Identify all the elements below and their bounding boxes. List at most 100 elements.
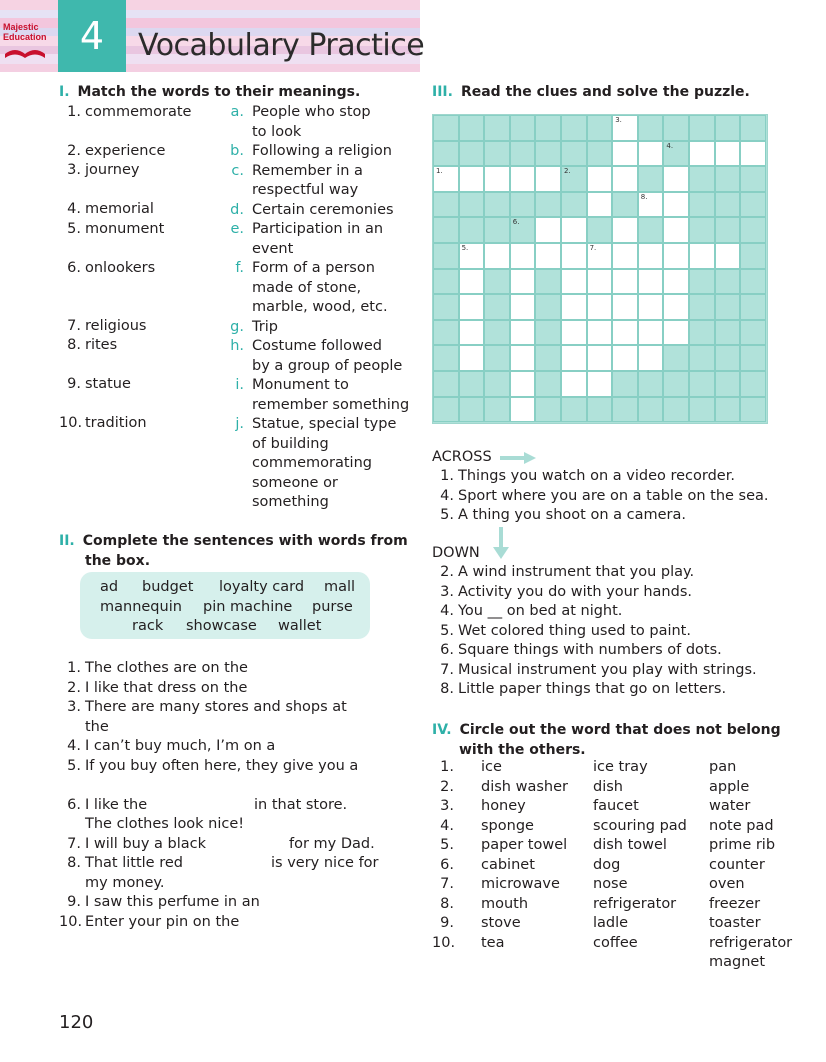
crossword-answer-cell[interactable]: [561, 319, 587, 346]
word-option[interactable]: ice: [481, 758, 502, 778]
crossword-answer-cell[interactable]: [561, 294, 587, 320]
crossword-answer-cell[interactable]: [689, 243, 715, 269]
word-option[interactable]: dog: [593, 856, 620, 876]
crossword-answer-cell[interactable]: [535, 243, 561, 269]
crossword-answer-cell[interactable]: [663, 166, 689, 192]
crossword-answer-cell[interactable]: [637, 268, 664, 295]
word-option[interactable]: note pad: [709, 817, 774, 837]
word-option[interactable]: apple: [709, 778, 749, 798]
crossword-answer-cell[interactable]: [612, 243, 638, 269]
crossword-answer-cell[interactable]: [663, 319, 689, 346]
crossword-blank-cell: [535, 268, 561, 295]
crossword-answer-cell[interactable]: [714, 243, 741, 269]
crossword-answer-cell[interactable]: 1.: [433, 166, 459, 192]
clue-text: Wet colored thing used to paint.: [458, 622, 691, 639]
crossword-answer-cell[interactable]: [458, 268, 485, 295]
crossword-answer-cell[interactable]: [637, 140, 664, 167]
crossword-answer-cell[interactable]: [612, 319, 638, 346]
crossword-answer-cell[interactable]: [586, 166, 613, 192]
crossword-answer-cell[interactable]: [535, 166, 561, 192]
crossword-answer-cell[interactable]: [714, 140, 741, 167]
unit-number: 4: [58, 0, 126, 72]
crossword-answer-cell[interactable]: [663, 243, 689, 269]
word-option[interactable]: refrigerator: [709, 934, 792, 954]
word-option[interactable]: cabinet: [481, 856, 535, 876]
crossword-answer-cell[interactable]: [740, 140, 766, 167]
word-option[interactable]: dish towel: [593, 836, 667, 856]
crossword-answer-cell[interactable]: [586, 268, 613, 295]
crossword-answer-cell[interactable]: [509, 345, 536, 371]
word-option[interactable]: stove: [481, 914, 521, 934]
word-option[interactable]: counter: [709, 856, 765, 876]
section-3-title: Read the clues and solve the puzzle.: [460, 84, 750, 100]
crossword-answer-cell[interactable]: [586, 294, 613, 320]
word-option[interactable]: toaster: [709, 914, 761, 934]
crossword-answer-cell[interactable]: 5.: [458, 243, 485, 269]
word-option[interactable]: coffee: [593, 934, 638, 954]
crossword-answer-cell[interactable]: [509, 396, 536, 423]
crossword-answer-cell[interactable]: [586, 191, 613, 218]
word-option[interactable]: ladle: [593, 914, 628, 934]
word-option[interactable]: microwave: [481, 875, 560, 895]
word-option[interactable]: dish: [593, 778, 623, 798]
crossword-answer-cell[interactable]: [509, 268, 536, 295]
word-option[interactable]: scouring pad: [593, 817, 687, 837]
crossword-answer-cell[interactable]: [458, 345, 485, 371]
crossword-answer-cell[interactable]: [509, 243, 536, 269]
crossword-answer-cell[interactable]: 8.: [637, 191, 664, 218]
crossword-answer-cell[interactable]: [535, 217, 561, 243]
word-option[interactable]: sponge: [481, 817, 534, 837]
crossword-answer-cell[interactable]: [612, 140, 638, 167]
crossword-answer-cell[interactable]: [458, 294, 485, 320]
crossword-answer-cell[interactable]: [586, 345, 613, 371]
crossword-answer-cell[interactable]: [637, 243, 664, 269]
crossword-answer-cell[interactable]: 3.: [612, 115, 638, 141]
word-option[interactable]: refrigerator: [593, 895, 676, 915]
crossword-answer-cell[interactable]: [637, 294, 664, 320]
word-option[interactable]: dish washer: [481, 778, 568, 798]
word-option[interactable]: prime rib: [709, 836, 775, 856]
word-option[interactable]: water: [709, 797, 750, 817]
crossword-answer-cell[interactable]: [637, 345, 664, 371]
crossword-answer-cell[interactable]: [561, 217, 587, 243]
crossword-answer-cell[interactable]: [458, 166, 485, 192]
match-word-item: 7. religious: [59, 317, 146, 337]
crossword-answer-cell[interactable]: [612, 166, 638, 192]
crossword-answer-cell[interactable]: [484, 243, 510, 269]
word-option[interactable]: tea: [481, 934, 505, 954]
word-option[interactable]: faucet: [593, 797, 639, 817]
crossword-answer-cell[interactable]: [484, 166, 510, 192]
crossword-answer-cell[interactable]: [663, 217, 689, 243]
crossword-answer-cell[interactable]: [561, 243, 587, 269]
match-meaning-item: i. Monument to remember something: [230, 376, 409, 415]
crossword-answer-cell[interactable]: [612, 268, 638, 295]
crossword-answer-cell[interactable]: [586, 319, 613, 346]
crossword-answer-cell[interactable]: [458, 319, 485, 346]
word-option[interactable]: oven: [709, 875, 745, 895]
crossword-answer-cell[interactable]: [663, 191, 689, 218]
word-option[interactable]: pan: [709, 758, 736, 778]
crossword-answer-cell[interactable]: [509, 294, 536, 320]
crossword-answer-cell[interactable]: [509, 319, 536, 346]
crossword-answer-cell[interactable]: [561, 371, 587, 397]
match-word-item: 2. experience: [59, 142, 165, 162]
word-option[interactable]: freezer: [709, 895, 760, 915]
crossword-answer-cell[interactable]: [509, 371, 536, 397]
crossword-answer-cell[interactable]: [663, 294, 689, 320]
crossword-answer-cell[interactable]: 7.: [586, 243, 613, 269]
crossword-answer-cell[interactable]: [586, 371, 613, 397]
word-option[interactable]: mouth: [481, 895, 528, 915]
crossword-answer-cell[interactable]: [663, 268, 689, 295]
crossword-answer-cell[interactable]: [637, 319, 664, 346]
word-option[interactable]: honey: [481, 797, 526, 817]
crossword-answer-cell[interactable]: [561, 345, 587, 371]
crossword-answer-cell[interactable]: [561, 268, 587, 295]
word-option[interactable]: ice tray: [593, 758, 648, 778]
crossword-answer-cell[interactable]: [612, 294, 638, 320]
crossword-answer-cell[interactable]: [612, 345, 638, 371]
crossword-answer-cell[interactable]: [689, 140, 715, 167]
crossword-answer-cell[interactable]: [509, 166, 536, 192]
word-option[interactable]: nose: [593, 875, 628, 895]
crossword-answer-cell[interactable]: [612, 217, 638, 243]
word-option[interactable]: paper towel: [481, 836, 567, 856]
